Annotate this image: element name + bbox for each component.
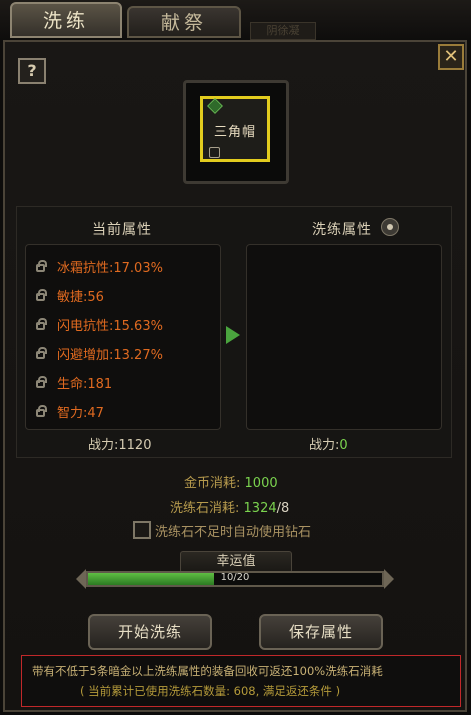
attribute-row[interactable]: 闪电抗性:15.63% (36, 314, 163, 334)
lock-icon[interactable] (36, 347, 47, 359)
lock-icon[interactable] (36, 260, 47, 272)
stone-cost-label: 洗练石消耗: (170, 501, 240, 516)
attribute-text: 冰霜抗性:17.03% (57, 260, 163, 276)
help-button[interactable]: ? (18, 58, 46, 84)
item-name: 三角帽 (213, 125, 256, 140)
auto-diamond-label: 洗练石不足时自动使用钻石 (155, 525, 312, 540)
refine-attributes-box (246, 244, 442, 430)
attribute-text: 智力:47 (57, 405, 104, 421)
lock-icon[interactable] (36, 405, 47, 417)
luck-title: 幸运值 (180, 551, 292, 573)
arrow-right-icon (226, 326, 240, 344)
stone-cost: 洗练石消耗: 1324/8 (170, 497, 289, 516)
auto-diamond-checkbox[interactable] (133, 521, 151, 539)
lock-icon[interactable] (36, 376, 47, 388)
attribute-row[interactable]: 生命:181 (36, 372, 112, 392)
bar-cap-right (384, 569, 394, 589)
gold-cost-value: 1000 (244, 476, 278, 491)
gold-cost-label: 金币消耗: (184, 476, 241, 491)
attribute-row[interactable]: 冰霜抗性:17.03% (36, 256, 163, 276)
close-button[interactable]: ✕ (438, 44, 464, 70)
stone-have-value: 1324 (243, 501, 277, 516)
lock-icon[interactable] (36, 318, 47, 330)
attribute-row[interactable]: 敏捷:56 (36, 285, 104, 305)
tab-refine[interactable]: 洗练 (10, 2, 122, 38)
current-power-value: 1120 (118, 438, 152, 453)
refine-power-value: 0 (339, 438, 348, 453)
notice-line-1: 带有不低于5条暗金以上洗练属性的装备回收可返还100%洗练石消耗 (32, 664, 383, 678)
refine-power-label: 战力: (309, 438, 340, 453)
stone-need-value: /8 (276, 501, 290, 516)
attribute-text: 敏捷:56 (57, 289, 104, 305)
refine-attributes-title: 洗练属性 (312, 222, 372, 238)
start-refine-button[interactable]: 开始洗练 (88, 614, 212, 650)
lock-icon[interactable] (36, 289, 47, 301)
attribute-row[interactable]: 闪避增加:13.27% (36, 343, 163, 363)
current-attributes-title: 当前属性 (92, 222, 152, 238)
lock-icon (209, 147, 220, 158)
notice-line-2: ( 当前累计已使用洗练石数量: 608, 满足返还条件 ) (80, 684, 341, 698)
attribute-row[interactable]: 智力:47 (36, 401, 104, 421)
tab-sacrifice[interactable]: 献祭 (127, 6, 241, 38)
attribute-text: 闪避增加:13.27% (57, 347, 163, 363)
current-power: 战力:1120 (88, 434, 151, 453)
bar-cap-left (76, 569, 86, 589)
current-power-label: 战力: (88, 438, 119, 453)
gold-cost: 金币消耗: 1000 (184, 472, 278, 491)
refine-power: 战力:0 (309, 434, 348, 453)
background-tab-text: 阴徐凝 (250, 22, 316, 40)
luck-value: 10/20 (220, 572, 250, 583)
attribute-text: 生命:181 (57, 376, 113, 392)
attribute-text: 闪电抗性:15.63% (57, 318, 163, 334)
eye-icon[interactable] (381, 218, 399, 236)
save-attributes-button[interactable]: 保存属性 (259, 614, 383, 650)
